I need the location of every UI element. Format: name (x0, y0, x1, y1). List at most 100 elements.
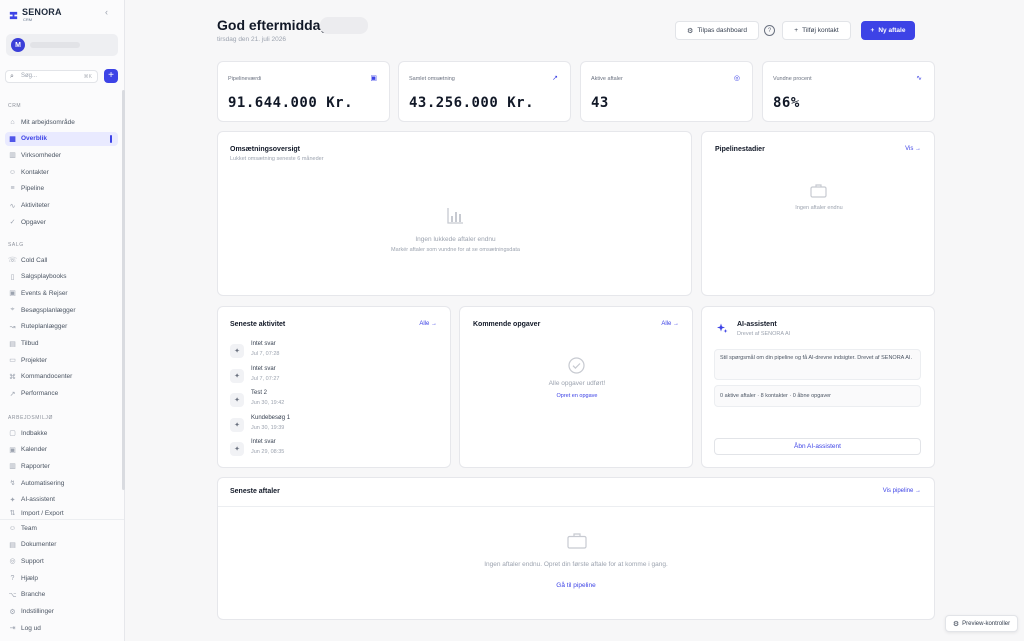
sidebar-item-indbakke[interactable]: ▢ Indbakke (5, 426, 118, 440)
logo-icon (9, 11, 18, 19)
preview-controls-button[interactable]: ⚙ Preview-kontroller (945, 615, 1018, 632)
sidebar-item-automatisering[interactable]: ↯ Automatisering (5, 476, 118, 490)
help-icon[interactable]: ? (764, 25, 775, 36)
sparkle-icon: ✦ (230, 368, 244, 383)
sidebar-item-kontakter[interactable]: ☺ Kontakter (5, 165, 118, 179)
activity-name: Intet svar (251, 365, 276, 372)
sparkle-icon: ✦ (230, 393, 244, 407)
activity-all-link[interactable]: Alle → (419, 321, 437, 327)
stat-value: 91.644.000 Kr. (228, 95, 354, 111)
brand-name: SENORA (22, 7, 62, 17)
sidebar-item-overblik[interactable]: ▦ Overblik (5, 131, 118, 146)
sidebar-item-mit-arbejdsområde[interactable]: ⌂ Mit arbejdsområde (5, 115, 118, 129)
activity-item[interactable]: ✦ Intet svar Jul 7, 07:28 (230, 341, 430, 361)
tasks-all-link[interactable]: Alle → (661, 321, 679, 327)
plus-icon: + (794, 27, 799, 34)
sidebar-item-indstillinger[interactable]: ⚙ Indstillinger (5, 605, 118, 619)
sidebar-item-cold-call[interactable]: ☏ Cold Call (5, 253, 118, 267)
collapse-sidebar-icon[interactable]: ‹ (105, 7, 108, 17)
quick-add-button[interactable]: + (104, 69, 118, 83)
stat-card: Samlet omsætning ↗ 43.256.000 Kr. (398, 61, 571, 122)
sidebar-item-tilbud[interactable]: ▤ Tilbud (5, 337, 118, 351)
sidebar-item-kommandocenter[interactable]: ⌘ Kommandocenter (5, 370, 118, 384)
activity-item[interactable]: ✦ Intet svar Jun 29, 08:35 (230, 439, 430, 459)
activity-time: Jun 30, 19:42 (251, 400, 285, 406)
sidebar-item-salgsplaybooks[interactable]: ▯ Salgsplaybooks (5, 270, 118, 284)
create-task-link[interactable]: Opret en opgave (460, 393, 694, 399)
command-icon: ⌘ (9, 373, 16, 381)
search-input[interactable]: ⌕ Søg... ⌘K (5, 70, 98, 83)
sidebar-item-virksomheder[interactable]: ▥ Virksomheder (5, 148, 118, 162)
plus-icon: + (870, 27, 875, 34)
sidebar-item-rapporter[interactable]: ▥ Rapporter (5, 459, 118, 473)
sidebar-item-label: Import / Export (21, 509, 64, 516)
sliders-icon: ⚙ (952, 620, 960, 628)
check-icon: ✓ (9, 219, 16, 227)
gear-icon: ⚙ (9, 608, 16, 616)
sidebar-item-besøgsplanlægger[interactable]: ⌖ Besøgsplanlægger (5, 303, 118, 317)
sidebar-item-branche[interactable]: ⌥ Branche (5, 588, 118, 602)
stages-view-link[interactable]: Vis → (905, 146, 921, 152)
sidebar-item-projekter[interactable]: ▭ Projekter (5, 353, 118, 367)
sidebar-item-opgaver[interactable]: ✓ Opgaver (5, 215, 118, 229)
sidebar-item-label: Mit arbejdsområde (21, 118, 75, 126)
sparkle-icon: ✦ (230, 417, 244, 432)
sidebar-scrollbar[interactable] (122, 90, 125, 490)
activity-item[interactable]: ✦ Intet svar Jul 7, 07:27 (230, 366, 430, 386)
sidebar-item-label: Branche (21, 591, 46, 599)
sidebar-item-performance[interactable]: ↗ Performance (5, 387, 118, 401)
building-icon: ▥ (9, 152, 16, 160)
sidebar-item-label: Support (21, 557, 44, 565)
sidebar-item-label: Dokumenter (21, 541, 57, 549)
activity-item[interactable]: ✦ Kundebesøg 1 Jun 30, 19:39 (230, 415, 430, 435)
calendar-icon: ▣ (9, 290, 16, 298)
stat-label: Aktive aftaler (591, 76, 623, 82)
sidebar-item-support[interactable]: ◎ Support (5, 554, 118, 568)
sidebar-item-label: Rapporter (21, 462, 50, 470)
stat-value: 43.256.000 Kr. (409, 95, 535, 111)
ai-summary-message: 0 aktive aftaler · 8 kontakter · 0 åbne … (714, 385, 921, 407)
sidebar-item-kalender[interactable]: ▣ Kalender (5, 443, 118, 457)
sidebar-item-ai-assistent[interactable]: ✦ AI-assistent (5, 493, 118, 507)
brand-sub: CRM (23, 17, 33, 22)
sliders-icon: ⚙ (687, 27, 694, 35)
view-pipeline-link[interactable]: Vis pipeline → (883, 488, 921, 494)
pulse-icon: ∿ (916, 75, 922, 82)
sidebar-item-dokumenter[interactable]: ▤ Dokumenter (5, 538, 118, 552)
sidebar-item-label: Hjælp (21, 574, 38, 582)
sidebar-item-label: Ruteplanlægger (21, 323, 68, 331)
deals-empty: Ingen aftaler endnu. Opret din første af… (484, 561, 668, 568)
tasks-title: Kommende opgaver (473, 321, 541, 328)
sidebar-item-team[interactable]: ☺ Team (5, 521, 118, 535)
activity-item[interactable]: ✦ Test 2 Jun 30, 19:42 (230, 390, 430, 410)
sidebar-item-log-ud[interactable]: ⇥ Log ud (5, 621, 118, 635)
current-date: tirsdag den 21. juli 2026 (217, 36, 287, 43)
sidebar-item-pipeline[interactable]: ≡ Pipeline (5, 182, 118, 196)
search-shortcut: ⌘K (83, 74, 92, 80)
sidebar-item-hjælp[interactable]: ? Hjælp (5, 571, 118, 585)
new-deal-button[interactable]: + Ny aftale (861, 21, 915, 40)
logout-icon: ⇥ (9, 625, 16, 633)
briefcase-icon (567, 533, 587, 549)
report-icon: ▥ (9, 463, 16, 471)
sidebar-item-label: Performance (21, 390, 59, 398)
user-switcher[interactable]: M (6, 34, 118, 56)
sidebar-item-import-export[interactable]: ⇅ Import / Export (5, 510, 118, 516)
sidebar-item-ruteplanlægger[interactable]: ↝ Ruteplanlægger (5, 320, 118, 334)
open-ai-assistant-button[interactable]: Åbn AI-assistent (714, 438, 921, 455)
briefcase-icon: ▣ (370, 75, 377, 82)
sidebar-item-label: Aktiviteter (21, 202, 50, 209)
sidebar-item-aktiviteter[interactable]: ∿ Aktiviteter (5, 199, 118, 213)
ai-title: AI-assistent (737, 321, 777, 328)
go-to-pipeline-link[interactable]: Gå til pipeline (218, 582, 934, 589)
upcoming-tasks-card: Kommende opgaver Alle → Alle opgaver udf… (459, 306, 693, 468)
check-circle-icon (568, 357, 585, 374)
active-indicator (110, 134, 112, 143)
stages-empty: Ingen aftaler endnu (795, 205, 843, 211)
customize-dashboard-button[interactable]: ⚙ Tilpas dashboard (675, 21, 759, 40)
logo[interactable]: SENORA CRM (8, 8, 62, 22)
add-contact-button[interactable]: + Tilføj kontakt (782, 21, 851, 40)
sidebar-item-events-rejser[interactable]: ▣ Events & Rejser (5, 286, 118, 300)
page-title: God eftermiddag (217, 17, 330, 33)
sidebar: SENORA CRM ‹ M ⌕ Søg... ⌘K + CRM ⌂ Mit ar… (0, 0, 125, 641)
